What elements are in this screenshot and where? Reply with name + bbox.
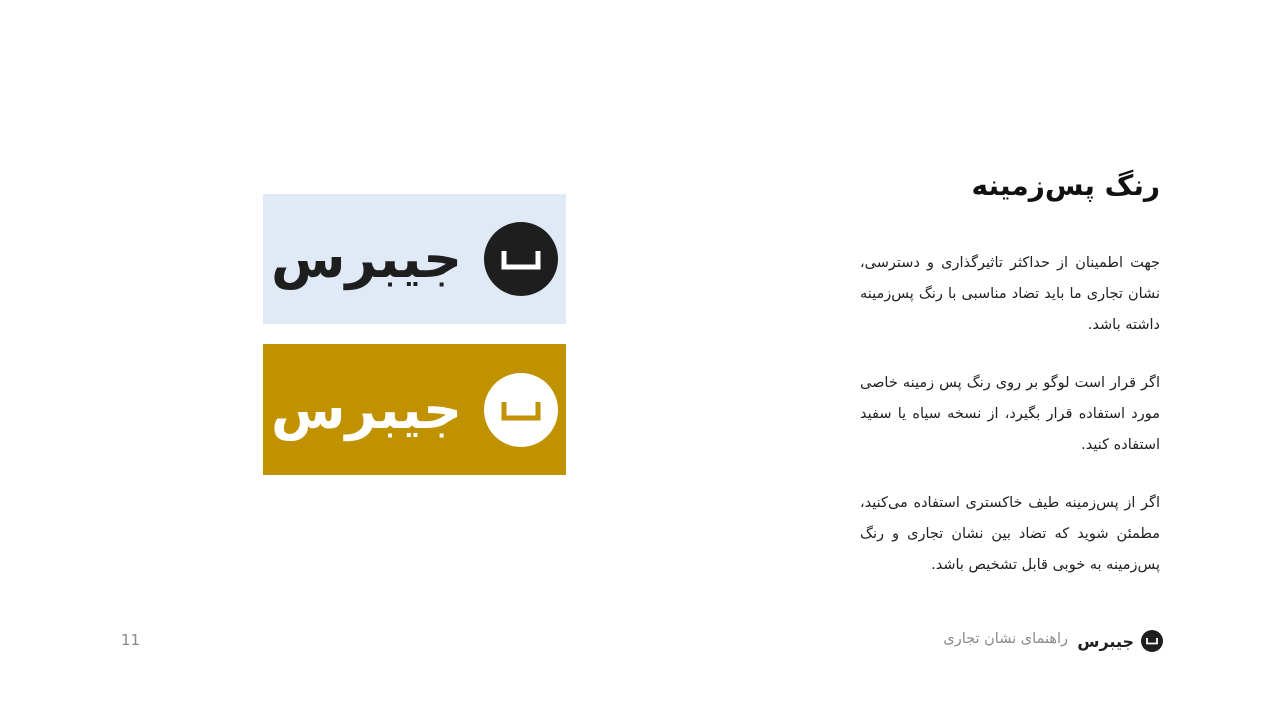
cup-mark-icon xyxy=(484,222,559,296)
page-title: رنگ پس‌زمینه xyxy=(971,169,1160,202)
text-column: رنگ پس‌زمینه جهت اطمینان از حداکثر تاثیر… xyxy=(860,168,1160,608)
logo-panel-gold: جیبرس xyxy=(263,344,566,475)
footer-subtitle: راهنمای نشان تجاری xyxy=(943,631,1068,647)
cup-mark-icon xyxy=(1141,630,1163,652)
paragraph-grayscale: اگر از پس‌زمینه طیف خاکستری استفاده می‌ک… xyxy=(860,495,1160,574)
slide-page: رنگ پس‌زمینه جهت اطمینان از حداکثر تاثیر… xyxy=(0,0,1280,720)
logo-wordmark: جیبرس xyxy=(270,377,463,441)
footer-wordmark: جیبرس xyxy=(1077,631,1134,651)
logo-wordmark: جیبرس xyxy=(270,227,463,290)
logo-panel-light: جیبرس xyxy=(263,194,566,324)
page-number: 11 xyxy=(121,631,141,649)
footer-brand: جیبرس xyxy=(1077,630,1163,652)
cup-mark-icon xyxy=(484,372,559,447)
paragraph-color-background: اگر قرار است لوگو بر روی رنگ پس زمینه خا… xyxy=(860,375,1160,454)
paragraph-contrast: جهت اطمینان از حداکثر تاثیرگذاری و دسترس… xyxy=(860,255,1160,334)
